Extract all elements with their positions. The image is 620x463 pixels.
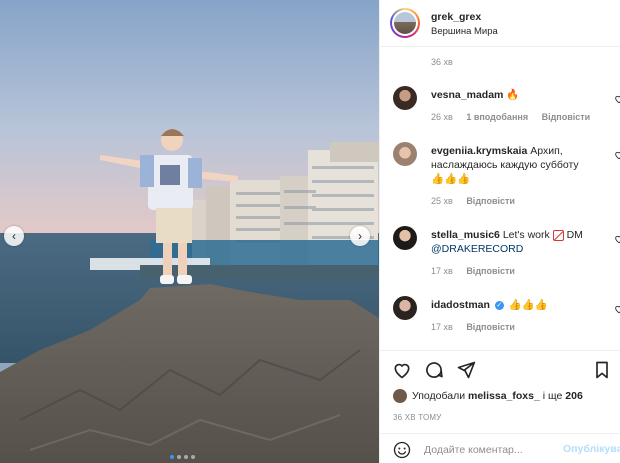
comment-text: evgeniia.krymskaia Архип, наслаждаюсь ка… [431, 144, 607, 186]
comment-time[interactable]: 25 хв [431, 196, 453, 206]
add-comment-bar: Опублікувати [380, 433, 620, 463]
commenter-username[interactable]: idadostman [431, 299, 490, 311]
verified-badge-icon: ✓ [494, 300, 504, 310]
comment-meta: 17 хв Відповісти [431, 322, 526, 332]
comment-body: Let's work [502, 229, 550, 241]
author-avatar[interactable] [390, 8, 420, 38]
comment-likes[interactable]: 1 вподобання [466, 112, 528, 122]
liker-username[interactable]: melissa_foxs_ [468, 390, 540, 402]
likes-and: і ще [542, 389, 563, 402]
post-actions: Уподобали melissa_foxs_ і ще 206 36 ХВ Т… [380, 350, 620, 463]
reply-button[interactable]: Відповісти [542, 112, 591, 122]
like-heart-icon[interactable] [392, 360, 412, 380]
caption-timestamp: 36 хв [431, 57, 453, 67]
comment-text: vesna_madam 🔥 [431, 88, 607, 102]
carousel-dot [184, 455, 188, 459]
reply-button[interactable]: Відповісти [466, 266, 515, 276]
carousel-dot [177, 455, 181, 459]
fire-emoji: 🔥 [506, 89, 520, 101]
reply-button[interactable]: Відповісти [466, 196, 515, 206]
reply-button[interactable]: Відповісти [466, 322, 515, 332]
heart-icon[interactable] [614, 304, 620, 314]
commenter-avatar[interactable] [393, 142, 417, 166]
comment-body-suffix: DM [566, 229, 583, 241]
comment-text: stella_music6 Let's work DM @DRAKERECORD [431, 228, 607, 256]
post-header: grek_grex Вершина Мира [380, 0, 620, 47]
publish-button[interactable]: Опублікувати [563, 443, 620, 455]
carousel-dot [191, 455, 195, 459]
comment-time[interactable]: 26 хв [431, 112, 453, 122]
previous-image-button[interactable]: ‹ [4, 226, 24, 246]
carousel-dot [170, 455, 174, 459]
commenter-avatar[interactable] [393, 296, 417, 320]
likes-count[interactable]: 206 [565, 390, 583, 402]
commenter-username[interactable]: stella_music6 [431, 229, 500, 241]
bookmark-icon[interactable] [592, 360, 612, 380]
thumbs-up-emoji: 👍👍👍 [431, 173, 471, 185]
heart-icon[interactable] [614, 234, 620, 244]
likes-summary[interactable]: Уподобали melissa_foxs_ і ще 206 [393, 389, 583, 403]
share-send-icon[interactable] [456, 360, 476, 380]
commenter-username[interactable]: evgeniia.krymskaia [431, 145, 527, 157]
commenter-avatar[interactable] [393, 226, 417, 250]
comment-bubble-icon[interactable] [424, 360, 444, 380]
author-username[interactable]: grek_grex [431, 11, 481, 23]
post-timestamp[interactable]: 36 ХВ ТОМУ [393, 413, 442, 422]
thumbs-up-emoji: 👍👍👍 [508, 299, 549, 311]
chevron-right-icon: › [358, 229, 362, 243]
heart-icon[interactable] [614, 94, 620, 104]
emoji-smiley-icon[interactable] [393, 441, 411, 459]
photo-scene [0, 0, 379, 463]
no-entry-emoji [552, 229, 564, 241]
next-image-button[interactable]: › [350, 226, 370, 246]
carousel-indicator [170, 455, 195, 459]
comment-meta: 17 хв Відповісти [431, 266, 526, 276]
likes-prefix: Уподобали [412, 389, 466, 402]
chevron-left-icon: ‹ [12, 229, 16, 243]
post-photo[interactable]: ‹ › [0, 0, 379, 463]
comment-time[interactable]: 17 хв [431, 266, 453, 276]
commenter-avatar[interactable] [393, 86, 417, 110]
comment-text: idadostman ✓ 👍👍👍 [431, 298, 607, 312]
comment-meta: 26 хв 1 вподобання Відповісти [431, 112, 601, 122]
comment-input[interactable] [424, 442, 554, 458]
post-details-panel: grek_grex Вершина Мира 36 хв vesna_madam… [379, 0, 620, 463]
comments-list[interactable]: 36 хв vesna_madam 🔥 26 хв 1 вподобання В… [380, 48, 620, 350]
commenter-username[interactable]: vesna_madam [431, 89, 503, 101]
liker-avatar [393, 389, 407, 403]
comment-time[interactable]: 17 хв [431, 322, 453, 332]
comment-meta: 25 хв Відповісти [431, 196, 526, 206]
post-location[interactable]: Вершина Мира [431, 26, 498, 37]
mention-link[interactable]: @DRAKERECORD [431, 243, 523, 255]
heart-icon[interactable] [614, 150, 620, 160]
